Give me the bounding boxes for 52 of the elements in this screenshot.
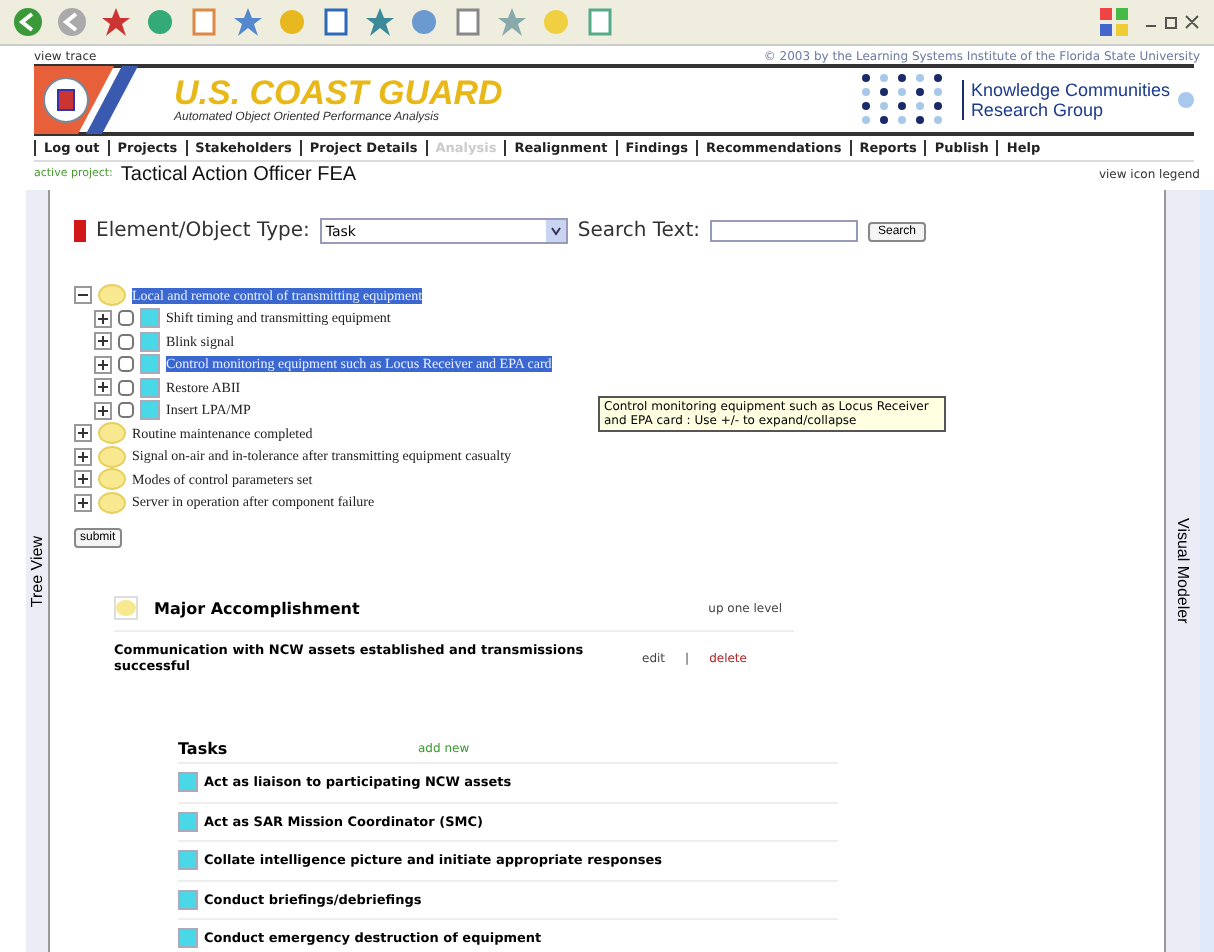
partner-name: Research Group (970, 100, 1105, 120)
task-icon (178, 811, 198, 832)
app-title: U.S. COAST GUARD (174, 76, 503, 112)
task-icon (178, 928, 198, 949)
search-label: Search Text: (577, 220, 700, 242)
toolbar-icon[interactable] (144, 6, 176, 38)
expand-icon[interactable] (74, 447, 92, 466)
tree-checkbox[interactable] (118, 310, 134, 327)
visual-modeler-tab[interactable]: Visual Modeler (1164, 190, 1200, 952)
task-icon (140, 400, 160, 421)
expand-icon[interactable] (94, 401, 112, 420)
windows-logo-icon (1098, 6, 1130, 38)
tree-checkbox[interactable] (118, 379, 134, 396)
task-icon (140, 354, 160, 375)
tree-view-tab[interactable]: Tree View (26, 190, 50, 952)
expand-icon[interactable] (94, 355, 112, 374)
tree-checkbox[interactable] (118, 402, 134, 419)
partner-name: Knowledge Communities (970, 80, 1170, 100)
scrollbar[interactable] (1200, 190, 1214, 952)
expand-icon[interactable] (94, 309, 112, 328)
type-label: Element/Object Type: (96, 220, 310, 242)
project-name: Tactical Action Officer FEA (120, 163, 357, 185)
section-heading: Tasks (178, 739, 230, 757)
tree-checkbox[interactable] (118, 333, 134, 350)
task-icon (140, 377, 160, 398)
toolbar-icon[interactable] (100, 6, 132, 38)
tree-checkbox[interactable] (118, 356, 134, 373)
expand-icon[interactable] (74, 470, 92, 489)
toolbar-icon[interactable] (320, 6, 352, 38)
toolbar-icon[interactable] (408, 6, 440, 38)
expand-icon[interactable] (94, 332, 112, 351)
task-icon (140, 308, 160, 329)
task-icon (178, 889, 198, 910)
toolbar-icon[interactable] (188, 6, 220, 38)
expand-icon[interactable] (74, 493, 92, 512)
toolbar-icon[interactable] (12, 6, 44, 38)
toolbar-icon[interactable] (232, 6, 264, 38)
expand-icon[interactable] (74, 424, 92, 443)
collapse-icon[interactable] (74, 286, 92, 305)
task-icon (140, 331, 160, 352)
dot-icon (1178, 92, 1194, 108)
section-heading: Major Accomplishment (154, 599, 360, 617)
window-controls-icon[interactable] (1142, 12, 1202, 32)
toolbar-icon[interactable] (584, 6, 616, 38)
task-icon (178, 850, 198, 871)
toolbar-icon[interactable] (364, 6, 396, 38)
flag-icon (74, 220, 86, 242)
toolbar-icon[interactable] (56, 6, 88, 38)
task-icon (178, 772, 198, 793)
toolbar-icon[interactable] (452, 6, 484, 38)
expand-icon[interactable] (94, 378, 112, 397)
search-field[interactable] (710, 220, 858, 242)
